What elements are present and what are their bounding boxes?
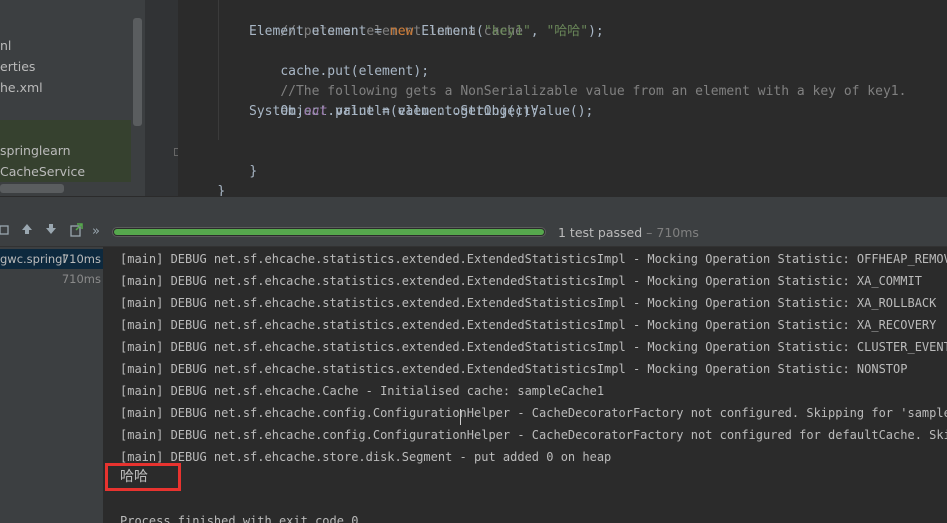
tree-item[interactable]: springlearn — [0, 140, 71, 161]
log-line: [main] DEBUG net.sf.ehcache.Cache - Init… — [120, 384, 605, 398]
code-text: .println(value.toString()); — [327, 104, 539, 119]
test-status-text: 1 test passed — [558, 225, 643, 240]
code-line: } — [186, 162, 225, 196]
test-time: 710ms — [61, 252, 101, 266]
log-line: [main] DEBUG net.sf.ehcache.store.disk.S… — [120, 450, 612, 464]
code-brace: } — [217, 184, 226, 196]
log-line: [main] DEBUG net.sf.ehcache.config.Confi… — [120, 406, 947, 420]
log-line: [main] DEBUG net.sf.ehcache.statistics.e… — [120, 362, 908, 376]
code-keyword: new — [389, 24, 414, 39]
log-line: [main] DEBUG net.sf.ehcache.statistics.e… — [120, 340, 947, 354]
arrow-down-icon[interactable] — [41, 222, 61, 242]
code-brace: } — [249, 164, 258, 179]
test-results-tree: gwc.springl 710ms 710ms — [0, 247, 104, 523]
project-tree-panel: nl erties he.xml springlearn CacheServic… — [0, 0, 145, 196]
code-line: } — [218, 142, 257, 179]
test-row[interactable]: 710ms — [0, 269, 103, 289]
editor-gutter — [145, 0, 182, 196]
code-line: // puts an element into a cache — [249, 2, 523, 39]
code-text: Element element = — [249, 24, 390, 39]
indent-guide — [218, 0, 219, 140]
test-time: 710ms — [61, 272, 101, 286]
process-finished-line: Process finished with exit code 0 — [120, 514, 359, 523]
code-line: Object value = element.getObjectValue(); — [249, 82, 593, 119]
code-line: cache.put(element); — [249, 42, 429, 79]
tree-item[interactable]: erties — [0, 56, 35, 77]
code-string: "哈哈" — [546, 24, 589, 39]
output-highlight-box — [105, 463, 181, 491]
log-line: [main] DEBUG net.sf.ehcache.config.Confi… — [120, 428, 947, 442]
code-line: //The following gets a NonSerializable v… — [249, 62, 906, 99]
log-line: [main] DEBUG net.sf.ehcache.statistics.e… — [120, 296, 937, 310]
code-line: Element element = new Element("key1", "哈… — [249, 22, 604, 42]
test-row[interactable]: gwc.springl 710ms — [0, 249, 103, 269]
test-status: 1 test passed – 710ms — [558, 218, 699, 247]
test-duration: – 710ms — [646, 225, 699, 240]
text-caret — [460, 409, 461, 425]
code-text: , — [530, 24, 547, 39]
test-progress-bar — [112, 227, 546, 237]
export-icon[interactable] — [66, 222, 86, 242]
log-line: [main] DEBUG net.sf.ehcache.statistics.e… — [120, 252, 947, 266]
test-progress-fill — [114, 229, 544, 235]
code-string: "key1" — [483, 24, 531, 39]
console-output[interactable]: [main] DEBUG net.sf.ehcache.statistics.e… — [104, 247, 947, 523]
collapse-icon[interactable] — [0, 222, 14, 242]
tree-horizontal-scrollbar[interactable] — [0, 184, 64, 193]
code-text: Element( — [413, 24, 484, 39]
code-text: System. — [249, 104, 304, 119]
tree-item[interactable]: CacheService — [0, 161, 85, 182]
log-line: [main] DEBUG net.sf.ehcache.statistics.e… — [120, 274, 922, 288]
run-toolbar: » 1 test passed – 710ms — [0, 218, 947, 247]
code-static-field: out — [303, 104, 328, 119]
tree-vertical-scrollbar[interactable] — [133, 18, 142, 126]
code-editor[interactable]: // puts an element into a cache Element … — [178, 0, 947, 196]
log-line: [main] DEBUG net.sf.ehcache.statistics.e… — [120, 318, 937, 332]
arrow-up-icon[interactable] — [17, 222, 37, 242]
code-line: System.out.println(value.toString()); — [249, 102, 539, 122]
code-text: ); — [588, 24, 604, 39]
panel-splitter[interactable] — [0, 196, 947, 218]
more-icon[interactable]: » — [86, 222, 106, 242]
tree-item[interactable]: he.xml — [0, 77, 43, 98]
test-name: gwc.springl — [0, 252, 66, 266]
tree-item[interactable]: nl — [0, 35, 11, 56]
